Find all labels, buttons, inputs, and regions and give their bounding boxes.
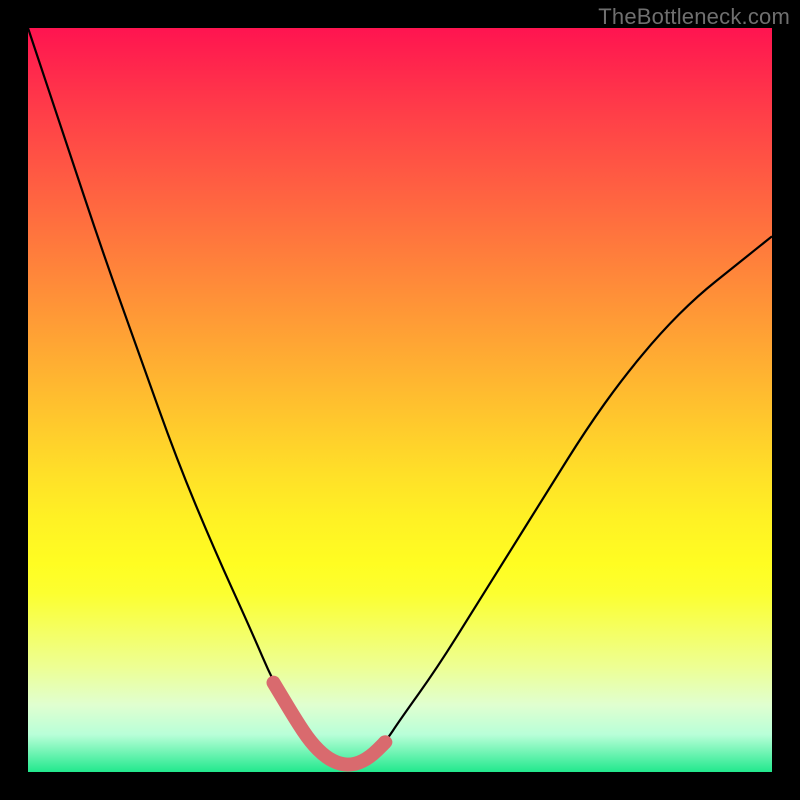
trough-highlight bbox=[274, 683, 386, 765]
watermark-text: TheBottleneck.com bbox=[598, 4, 790, 30]
bottleneck-curve bbox=[28, 28, 772, 765]
curve-layer bbox=[28, 28, 772, 772]
plot-area bbox=[28, 28, 772, 772]
chart-frame: TheBottleneck.com bbox=[0, 0, 800, 800]
